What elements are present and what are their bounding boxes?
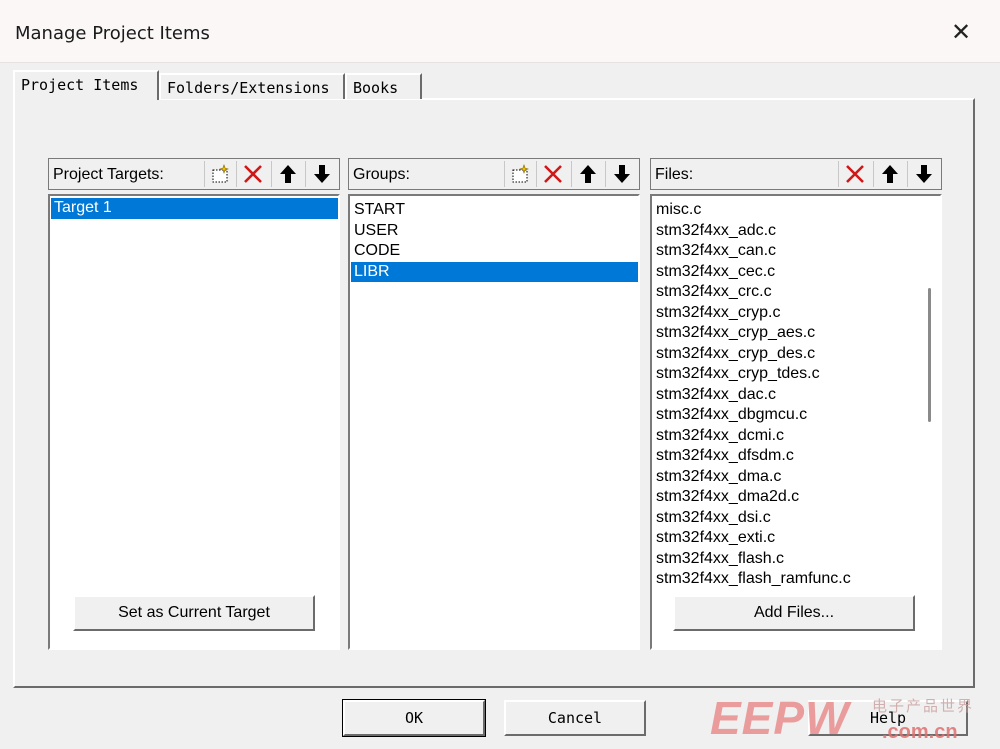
- move-group-up-button[interactable]: [571, 161, 604, 187]
- window-title: Manage Project Items: [15, 23, 210, 44]
- move-target-down-button[interactable]: [305, 161, 338, 187]
- delete-x-icon: [244, 165, 262, 183]
- delete-target-button[interactable]: [236, 161, 269, 187]
- list-item-file[interactable]: stm32f4xx_adc.c: [653, 221, 940, 242]
- list-item-group[interactable]: USER: [351, 221, 638, 242]
- list-item-file[interactable]: stm32f4xx_dac.c: [653, 385, 940, 406]
- move-file-up-button[interactable]: [873, 161, 906, 187]
- list-item-file[interactable]: stm32f4xx_cryp.c: [653, 303, 940, 324]
- groups-label: Groups:: [353, 166, 410, 183]
- eepw-logo: EEPW: [710, 692, 850, 744]
- new-item-icon: [212, 164, 229, 183]
- list-item-group[interactable]: CODE: [351, 241, 638, 262]
- new-item-icon: [512, 164, 529, 183]
- list-item-file[interactable]: misc.c: [653, 200, 940, 221]
- title-bar: Manage Project Items ✕: [0, 0, 1000, 63]
- files-scrollbar-thumb[interactable]: [928, 288, 931, 422]
- close-icon[interactable]: ✕: [944, 16, 978, 50]
- list-item-target[interactable]: Target 1: [51, 198, 338, 219]
- new-target-button[interactable]: [204, 161, 237, 187]
- files-items: misc.c stm32f4xx_adc.c stm32f4xx_can.c s…: [652, 196, 940, 590]
- new-group-button[interactable]: [504, 161, 537, 187]
- list-item-file[interactable]: stm32f4xx_cec.c: [653, 262, 940, 283]
- list-item-file[interactable]: stm32f4xx_dma.c: [653, 467, 940, 488]
- list-item-file[interactable]: stm32f4xx_cryp_aes.c: [653, 323, 940, 344]
- add-files-button[interactable]: Add Files...: [673, 595, 915, 631]
- list-item-file[interactable]: stm32f4xx_flash.c: [653, 549, 940, 570]
- set-as-current-target-button[interactable]: Set as Current Target: [73, 595, 315, 631]
- move-up-arrow-icon: [882, 165, 898, 183]
- list-item-file[interactable]: stm32f4xx_dcmi.c: [653, 426, 940, 447]
- delete-x-icon: [544, 165, 562, 183]
- targets-header: Project Targets:: [48, 158, 340, 190]
- ok-button[interactable]: OK: [342, 699, 486, 737]
- files-list[interactable]: misc.c stm32f4xx_adc.c stm32f4xx_can.c s…: [650, 194, 942, 650]
- eepw-domain: .com.cn: [882, 721, 958, 743]
- list-item-file[interactable]: stm32f4xx_dma2d.c: [653, 487, 940, 508]
- delete-x-icon: [846, 165, 864, 183]
- list-item-group[interactable]: LIBR: [351, 261, 638, 282]
- eepw-tagline: 电子产品世界: [872, 697, 975, 715]
- list-item-file[interactable]: stm32f4xx_dsi.c: [653, 508, 940, 529]
- move-file-down-button[interactable]: [907, 161, 940, 187]
- tab-project-items[interactable]: Project Items: [13, 70, 159, 100]
- list-item-file[interactable]: stm32f4xx_crc.c: [653, 282, 940, 303]
- files-header: Files:: [650, 158, 942, 190]
- delete-group-button[interactable]: [536, 161, 569, 187]
- delete-file-button[interactable]: [838, 161, 871, 187]
- dialog-client: Project Items Folders/Extensions Books P…: [0, 63, 1000, 749]
- move-down-arrow-icon: [614, 165, 630, 183]
- move-up-arrow-icon: [580, 165, 596, 183]
- list-item-file[interactable]: stm32f4xx_can.c: [653, 241, 940, 262]
- cancel-button[interactable]: Cancel: [504, 700, 646, 736]
- list-item-file[interactable]: stm32f4xx_cryp_tdes.c: [653, 364, 940, 385]
- tab-folders-extensions[interactable]: Folders/Extensions: [159, 73, 345, 99]
- groups-list[interactable]: START USER CODE LIBR: [348, 194, 640, 650]
- tab-books[interactable]: Books: [345, 73, 422, 99]
- move-up-arrow-icon: [280, 165, 296, 183]
- move-target-up-button[interactable]: [271, 161, 304, 187]
- move-group-down-button[interactable]: [605, 161, 638, 187]
- eepw-watermark: EEPW 电子产品世界 .com.cn: [710, 689, 1000, 749]
- list-item-file[interactable]: stm32f4xx_dfsdm.c: [653, 446, 940, 467]
- targets-list[interactable]: Target 1: [48, 194, 340, 650]
- files-label: Files:: [655, 166, 694, 183]
- list-item-file[interactable]: stm32f4xx_flash_ramfunc.c: [653, 569, 940, 590]
- list-item-file[interactable]: stm32f4xx_exti.c: [653, 528, 940, 549]
- list-item-group[interactable]: START: [351, 200, 638, 221]
- move-down-arrow-icon: [916, 165, 932, 183]
- targets-label: Project Targets:: [53, 166, 164, 183]
- list-item-file[interactable]: stm32f4xx_dbgmcu.c: [653, 405, 940, 426]
- move-down-arrow-icon: [314, 165, 330, 183]
- groups-header: Groups:: [348, 158, 640, 190]
- list-item-file[interactable]: stm32f4xx_cryp_des.c: [653, 344, 940, 365]
